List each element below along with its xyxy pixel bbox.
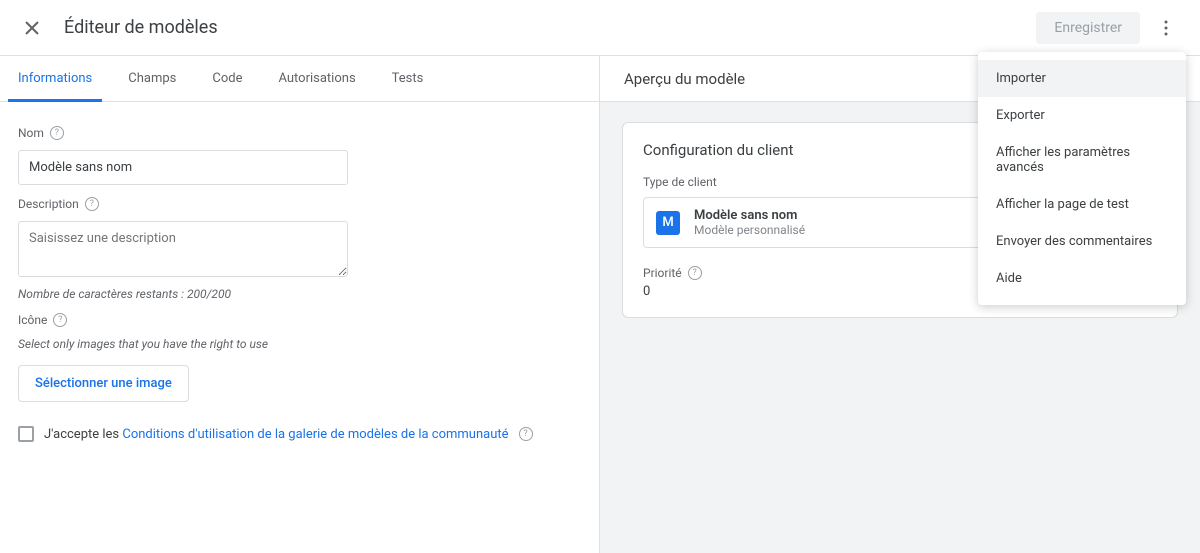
tab-tests[interactable]: Tests [392, 56, 424, 101]
help-icon[interactable]: ? [53, 313, 67, 327]
tab-code[interactable]: Code [212, 56, 242, 101]
terms-link[interactable]: Conditions d'utilisation de la galerie d… [122, 427, 508, 442]
tab-champs[interactable]: Champs [128, 56, 176, 101]
tab-informations[interactable]: Informations [18, 56, 92, 101]
client-icon: M [656, 211, 680, 235]
page-title: Éditeur de modèles [64, 17, 218, 38]
help-icon[interactable]: ? [50, 126, 64, 140]
help-icon[interactable]: ? [85, 197, 99, 211]
description-char-count: Nombre de caractères restants : 200/200 [18, 287, 581, 301]
terms-text: J'accepte les Conditions d'utilisation d… [44, 427, 509, 442]
client-name: Modèle sans nom [694, 208, 805, 223]
dropdown-item-help[interactable]: Aide [978, 260, 1186, 297]
close-icon[interactable] [20, 16, 44, 40]
dropdown-item-advanced[interactable]: Afficher les paramètres avancés [978, 134, 1186, 186]
tab-autorisations[interactable]: Autorisations [278, 56, 355, 101]
description-textarea[interactable] [18, 221, 348, 277]
more-dropdown: Importer Exporter Afficher les paramètre… [978, 52, 1186, 305]
priority-label: Priorité [643, 266, 682, 280]
icon-hint: Select only images that you have the rig… [18, 337, 581, 351]
dropdown-item-feedback[interactable]: Envoyer des commentaires [978, 223, 1186, 260]
help-icon[interactable]: ? [688, 266, 702, 280]
dropdown-item-testpage[interactable]: Afficher la page de test [978, 186, 1186, 223]
terms-checkbox[interactable] [18, 426, 34, 442]
icon-label: Icône [18, 313, 47, 327]
client-row: M Modèle sans nom Modèle personnalisé [643, 197, 983, 248]
name-label: Nom [18, 126, 44, 140]
name-input[interactable] [18, 150, 348, 185]
save-button[interactable]: Enregistrer [1036, 12, 1140, 44]
select-image-button[interactable]: Sélectionner une image [18, 365, 189, 402]
client-subtitle: Modèle personnalisé [694, 223, 805, 237]
description-label: Description [18, 197, 79, 211]
more-menu-icon[interactable] [1152, 14, 1180, 42]
dropdown-item-import[interactable]: Importer [978, 60, 1186, 97]
tabs-bar: Informations Champs Code Autorisations T… [0, 56, 599, 102]
help-icon[interactable]: ? [519, 427, 533, 441]
dropdown-item-export[interactable]: Exporter [978, 97, 1186, 134]
